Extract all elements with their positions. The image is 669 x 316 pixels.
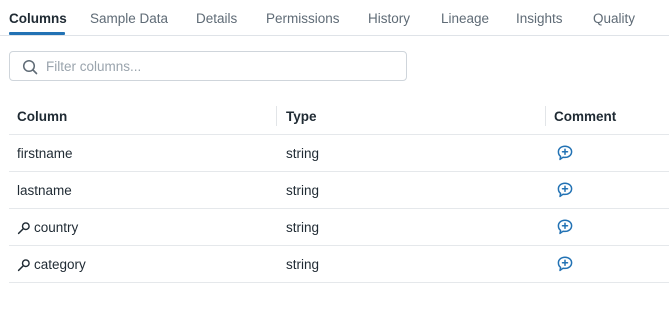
columns-table: Column Type Comment firstname string las… (9, 98, 669, 283)
table-row: country string (9, 209, 669, 246)
tab-quality[interactable]: Quality (593, 10, 635, 28)
column-type: string (286, 257, 320, 272)
tab-sample-data[interactable]: Sample Data (90, 10, 168, 28)
filter-columns-field[interactable] (9, 51, 407, 81)
tab-lineage[interactable]: Lineage (441, 10, 489, 28)
column-divider[interactable] (276, 106, 277, 126)
column-type: string (286, 183, 320, 198)
column-name: firstname (17, 146, 73, 161)
column-name: category (34, 257, 86, 272)
key-icon (17, 222, 30, 235)
column-name: country (34, 220, 79, 235)
tab-bar: Columns Sample Data Details Permissions … (0, 0, 669, 36)
tab-columns[interactable]: Columns (9, 10, 67, 28)
tab-insights[interactable]: Insights (516, 10, 563, 28)
table-row: firstname string (9, 135, 669, 172)
table-row: lastname string (9, 172, 669, 209)
add-comment-icon[interactable] (556, 144, 574, 162)
add-comment-icon[interactable] (556, 255, 574, 273)
column-header[interactable]: Column (17, 109, 67, 124)
add-comment-icon[interactable] (556, 181, 574, 199)
active-tab-indicator (9, 32, 65, 35)
filter-columns-input[interactable] (46, 56, 396, 76)
tab-history[interactable]: History (368, 10, 410, 28)
column-type: string (286, 220, 320, 235)
column-divider[interactable] (545, 106, 546, 126)
table-row: category string (9, 246, 669, 283)
type-header[interactable]: Type (286, 109, 317, 124)
add-comment-icon[interactable] (556, 218, 574, 236)
search-icon (22, 59, 38, 75)
column-name: lastname (17, 183, 72, 198)
comment-header: Comment (554, 109, 617, 124)
tab-permissions[interactable]: Permissions (266, 10, 340, 28)
column-type: string (286, 146, 320, 161)
table-header: Column Type Comment (9, 98, 669, 135)
tab-details[interactable]: Details (196, 10, 237, 28)
key-icon (17, 259, 30, 272)
